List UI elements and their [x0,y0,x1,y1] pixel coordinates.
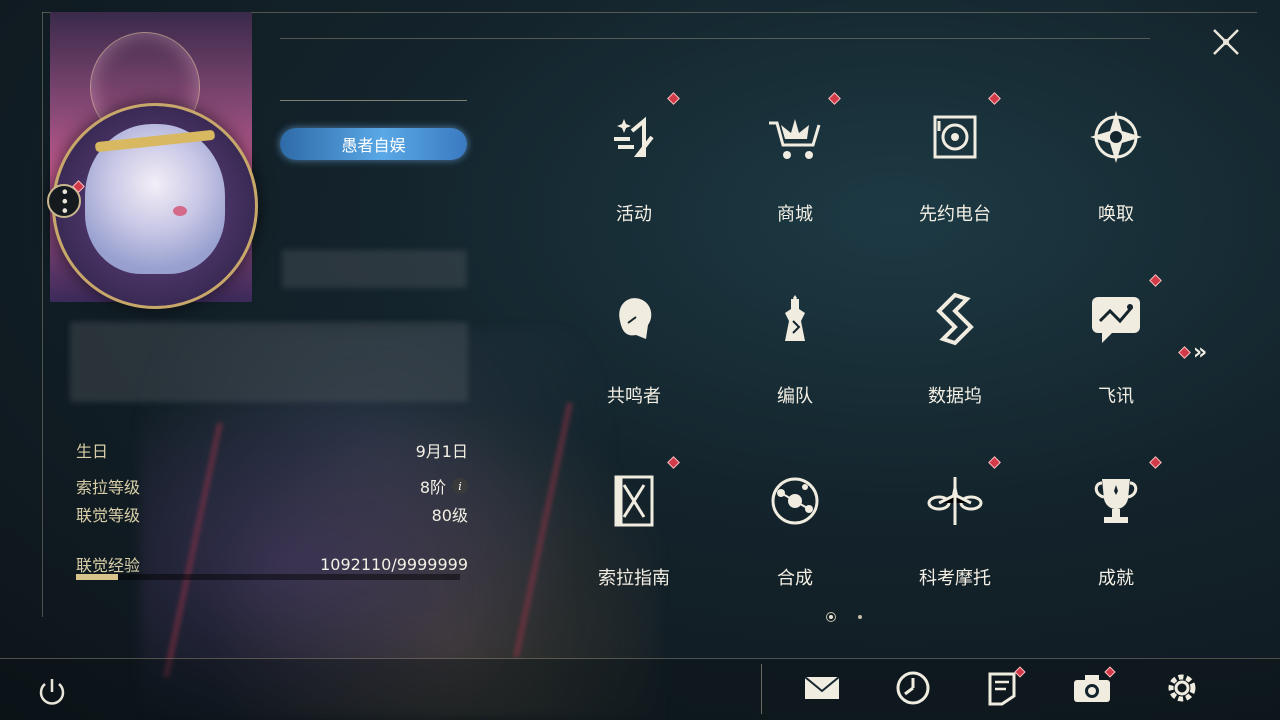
clock-button[interactable] [893,670,933,710]
menu-item-synthesis[interactable]: 合成 [735,458,855,608]
info-row-birthday: 生日 9月1日 [76,442,468,461]
notification-badge [988,456,1001,469]
power-button[interactable] [32,672,72,712]
exp-progress-bar [76,574,460,580]
more-icon: ••• [55,186,74,216]
notification-badge [667,456,680,469]
resonator-icon [599,284,669,354]
menu-item-radio[interactable]: 先约电台 [895,92,1015,244]
divider [280,100,467,101]
power-icon [39,679,65,705]
menu-item-label: 共鸣者 [607,386,661,407]
page-dot[interactable] [858,615,862,619]
shop-cart-icon [760,102,830,172]
page-indicator [826,612,862,622]
settings-icon [1164,670,1200,710]
menu-item-resonator[interactable]: 共鸣者 [574,276,694,426]
clock-icon [895,670,931,710]
menu-item-team[interactable]: 编队 [735,276,855,426]
mail-icon [803,673,841,707]
frame-line [42,12,43,617]
notification-badge [828,92,841,105]
menu-item-label: 合成 [777,568,813,589]
notification-badge [1149,456,1162,469]
avatar[interactable] [52,103,258,309]
guidebook-icon [599,466,669,536]
title-badge[interactable]: 愚者自娱 [280,128,467,160]
radio-icon [920,102,990,172]
team-icon [760,284,830,354]
menu-item-data-bank[interactable]: 数据坞 [895,276,1015,426]
double-chevron-right-icon: » [1193,340,1208,365]
menu-item-label: 先约电台 [919,204,991,225]
menu-item-chat[interactable]: 飞讯 [1056,274,1176,426]
notification-badge [1149,274,1162,287]
info-row-union-level: 联觉等级 80级 [76,506,468,525]
menu-item-activity[interactable]: 活动 [574,92,694,244]
menu-item-label: 活动 [616,204,652,225]
close-button[interactable] [1208,24,1244,60]
notice-icon [986,670,1018,710]
menu-item-label: 科考摩托 [919,568,991,589]
divider [761,664,762,714]
menu-item-guidebook[interactable]: 索拉指南 [574,456,694,608]
close-icon [1213,29,1239,55]
camera-button[interactable] [1072,666,1116,710]
menu-item-label: 成就 [1098,568,1134,589]
motorcycle-icon [920,466,990,536]
mail-button[interactable] [802,670,842,710]
chat-icon [1081,284,1151,354]
info-row-sol-rank: 索拉等级 8阶 i [76,474,468,498]
data-bank-icon [920,284,990,354]
menu-item-motorcycle[interactable]: 科考摩托 [895,456,1015,608]
signature-redacted [70,322,468,402]
menu-item-label: 商城 [777,204,813,225]
menu-item-shop-cart[interactable]: 商城 [735,92,855,244]
settings-button[interactable] [1162,670,1202,710]
page-dot-active[interactable] [826,612,836,622]
menu-item-label: 索拉指南 [598,568,670,589]
trophy-icon [1081,466,1151,536]
menu-item-label: 数据坞 [928,386,982,407]
notice-button[interactable] [982,666,1026,710]
title-badge-text: 愚者自娱 [341,136,406,155]
menu-item-label: 编队 [777,386,813,407]
player-name-redacted [282,250,467,288]
notification-badge [1178,346,1191,359]
menu-item-label: 唤取 [1098,204,1134,225]
info-icon[interactable]: i [452,478,468,494]
notification-badge [667,92,680,105]
next-page-button[interactable]: » [1178,340,1208,365]
activity-icon [599,102,669,172]
menu-item-convene[interactable]: 唤取 [1056,94,1176,244]
synthesis-icon [760,466,830,536]
notification-badge [988,92,1001,105]
info-row-union-exp: 联觉经验 1092110/9999999 [76,554,468,576]
menu-item-label: 飞讯 [1098,386,1134,407]
frame-line [280,38,1150,39]
convene-icon [1081,102,1151,172]
menu-item-trophy[interactable]: 成就 [1056,456,1176,608]
camera-icon [1072,672,1112,708]
